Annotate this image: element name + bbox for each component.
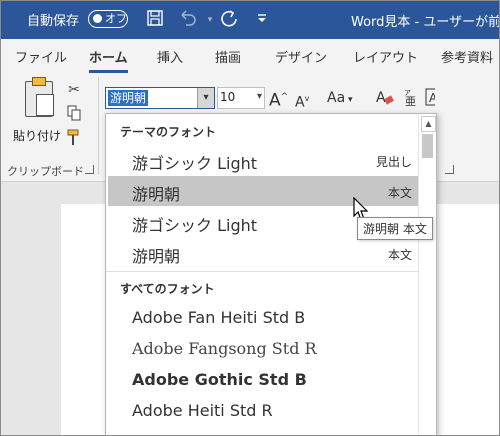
font-name: 游明朝 <box>132 247 181 266</box>
divider <box>106 271 418 272</box>
list-item[interactable]: Adobe Fangsong Std R <box>108 334 418 364</box>
list-item[interactable]: Adobe Gothic Std B <box>108 365 418 395</box>
tab-home[interactable]: ホーム <box>89 47 128 73</box>
font-launcher-icon[interactable] <box>445 165 454 174</box>
tab-file[interactable]: ファイル <box>15 47 67 66</box>
dropdown-scrollbar[interactable]: ▲ <box>418 114 436 435</box>
list-item[interactable]: Adobe Heiti Std R <box>108 396 418 426</box>
tooltip: 游明朝 本文 <box>357 217 433 240</box>
scroll-thumb[interactable] <box>422 134 433 158</box>
grow-font-label: A <box>269 90 281 111</box>
paste-label: 貼り付け <box>13 129 62 143</box>
grow-font-icon[interactable]: A^ <box>269 87 288 111</box>
font-name: Adobe Heiti Std R <box>132 401 273 420</box>
tab-insert[interactable]: 挿入 <box>157 47 183 66</box>
svg-text:亜: 亜 <box>405 95 416 107</box>
group-separator <box>98 77 99 175</box>
list-item[interactable]: Adobe Fan Heiti Std B <box>108 303 418 333</box>
shrink-font-icon[interactable]: Av <box>295 89 309 113</box>
word-window: 自動保存 オフ ▾ Word見本 - ユーザーが前 ファイル ホーム 挿入 描画… <box>0 0 500 436</box>
save-icon[interactable] <box>144 9 166 31</box>
font-name: 游明朝 <box>132 185 181 204</box>
change-case-icon[interactable]: Aa ▾ <box>327 88 353 110</box>
chevron-down-icon[interactable]: ▾ <box>197 88 214 108</box>
font-role-tag: 本文 <box>387 186 412 200</box>
font-name: 游ゴシック Light <box>132 154 258 173</box>
shrink-font-label: A <box>295 94 305 111</box>
font-name: Adobe Fangsong Std R <box>132 339 317 358</box>
format-painter-icon[interactable] <box>65 129 83 147</box>
font-role-tag: 本文 <box>387 248 412 262</box>
autosave-label: 自動保存 <box>27 14 80 29</box>
clipboard-launcher-icon[interactable] <box>85 165 94 174</box>
tab-layout[interactable]: レイアウト <box>353 47 418 66</box>
clipboard-group-label: クリップボード <box>7 165 84 178</box>
toggle-knob <box>93 14 102 23</box>
paste-icon <box>25 77 54 117</box>
list-item[interactable]: 游明朝 本文 <box>108 176 418 206</box>
autosave-toggle[interactable]: オフ <box>88 10 128 28</box>
change-case-label: Aa <box>327 90 346 106</box>
font-name-combobox[interactable]: 游明朝 ▾ <box>105 87 215 109</box>
window-title: Word見本 - ユーザーが前 <box>351 15 500 30</box>
undo-dropdown-icon[interactable]: ▾ <box>199 9 221 31</box>
font-name: Adobe Gothic Std B <box>132 370 307 389</box>
font-name-value[interactable]: 游明朝 <box>108 90 149 106</box>
phonetic-guide-icon[interactable]: ア亜 <box>403 87 421 112</box>
copy-icon[interactable] <box>65 105 83 123</box>
svg-text:A: A <box>376 90 386 106</box>
autosave-state: オフ <box>105 12 127 25</box>
title-bar: 自動保存 オフ ▾ Word見本 - ユーザーが前 <box>1 1 499 39</box>
redo-icon[interactable] <box>219 9 241 31</box>
cut-icon[interactable]: ✂ <box>65 81 83 99</box>
font-dropdown: テーマのフォント 游ゴシック Light 見出し 游明朝 本文 游ゴシック Li… <box>105 113 437 435</box>
clear-formatting-icon[interactable]: A <box>375 87 395 112</box>
tab-draw[interactable]: 描画 <box>215 47 241 66</box>
font-role-tag: 見出し <box>375 155 412 169</box>
font-name: 游ゴシック Light <box>132 216 258 235</box>
customize-qat-icon[interactable] <box>251 9 273 31</box>
tab-references[interactable]: 参考資料 <box>441 47 493 66</box>
list-item[interactable]: 游ゴシック Light 見出し <box>108 145 418 175</box>
tab-design[interactable]: デザイン <box>275 47 327 66</box>
font-size-combobox[interactable]: 10 ▾ <box>217 87 265 109</box>
chevron-down-icon[interactable]: ▾ <box>257 91 262 102</box>
ribbon-tabs: ファイル ホーム 挿入 描画 デザイン レイアウト 参考資料 <box>1 39 499 73</box>
theme-fonts-header: テーマのフォント <box>120 125 217 139</box>
font-name: Adobe Fan Heiti Std B <box>132 308 306 327</box>
list-item[interactable]: 游明朝 本文 <box>108 238 418 268</box>
scroll-up-icon[interactable]: ▲ <box>421 116 436 132</box>
all-fonts-header: すべてのフォント <box>120 282 215 296</box>
font-size-value[interactable]: 10 <box>220 90 235 104</box>
undo-icon[interactable] <box>177 9 199 31</box>
